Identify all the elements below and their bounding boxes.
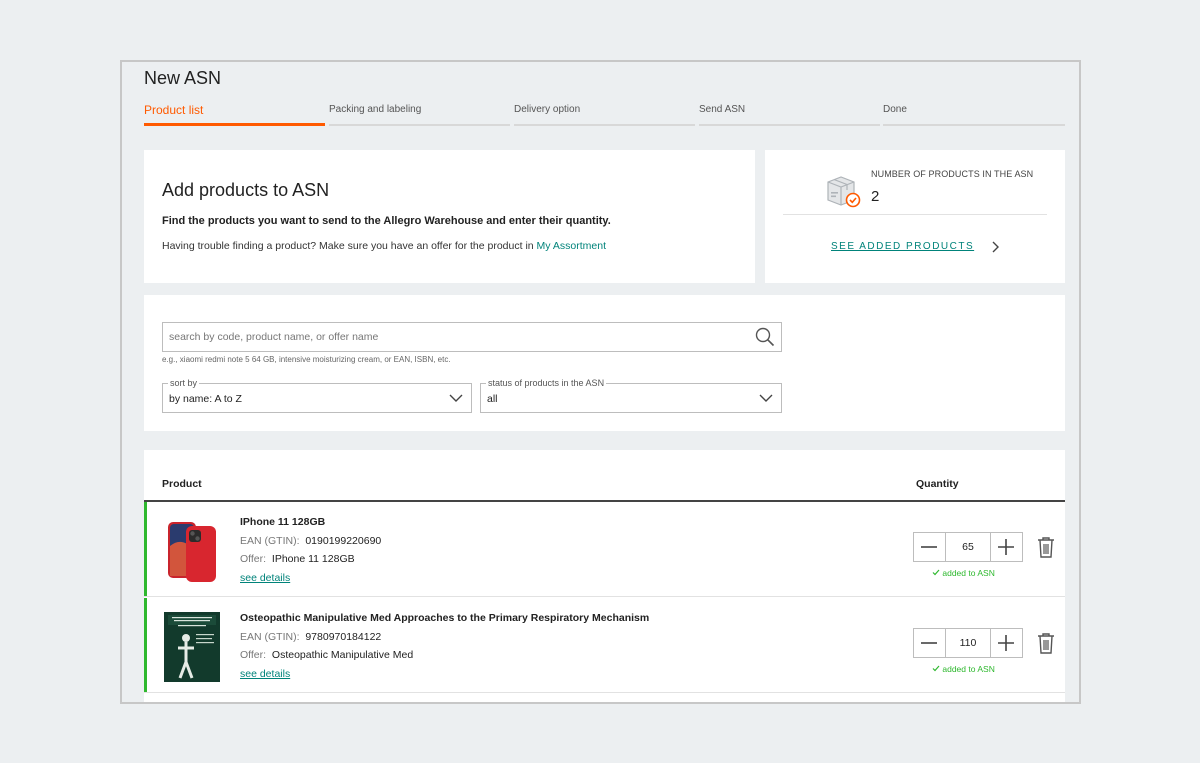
- divider: [783, 214, 1047, 215]
- step-bar: [883, 124, 1065, 126]
- search-icon[interactable]: [755, 327, 775, 347]
- search-card: e.g., xiaomi redmi note 5 64 GB, intensi…: [144, 295, 1065, 431]
- product-count-label: NUMBER OF PRODUCTS IN THE ASN: [871, 169, 1034, 179]
- check-icon: [932, 569, 940, 576]
- step-label: Product list: [144, 103, 204, 117]
- search-box: [162, 322, 782, 352]
- table-row: IPhone 11 128GB EAN (GTIN): 019019922069…: [144, 502, 1065, 597]
- step-label: Send ASN: [699, 104, 746, 115]
- product-thumbnail: [168, 522, 216, 582]
- add-products-description: Find the products you want to send to th…: [162, 215, 611, 227]
- product-offer: Offer: IPhone 11 128GB: [240, 553, 355, 565]
- step-bar: [329, 124, 510, 126]
- product-ean: EAN (GTIN): 0190199220690: [240, 535, 382, 547]
- chevron-down-icon: [759, 394, 773, 402]
- row-status-accent: [144, 502, 147, 596]
- column-header-quantity: Quantity: [916, 478, 959, 490]
- status-label: status of products in the ASN: [486, 378, 607, 388]
- my-assortment-link[interactable]: My Assortment: [537, 240, 606, 252]
- help-text: Having trouble finding a product? Make s…: [162, 240, 606, 252]
- help-text-body: Having trouble finding a product? Make s…: [162, 240, 534, 252]
- add-products-card: Add products to ASN Find the products yo…: [144, 150, 755, 283]
- quantity-stepper: 110: [913, 628, 1023, 658]
- decrease-quantity-button[interactable]: [914, 629, 945, 657]
- plus-icon: [998, 635, 1014, 651]
- asn-window: New ASN Product list Packing and labelin…: [120, 60, 1081, 704]
- product-count-card: NUMBER OF PRODUCTS IN THE ASN 2 SEE ADDE…: [765, 150, 1065, 283]
- added-status: added to ASN: [932, 568, 995, 578]
- page-title: New ASN: [144, 68, 222, 88]
- sort-label: sort by: [168, 378, 200, 388]
- step-bar: [144, 123, 325, 126]
- step-delivery-option[interactable]: Delivery option: [514, 98, 695, 126]
- added-status: added to ASN: [932, 664, 995, 674]
- quantity-input[interactable]: 65: [945, 533, 991, 561]
- step-done[interactable]: Done: [883, 98, 1065, 126]
- trash-icon[interactable]: [1037, 632, 1055, 654]
- column-header-product: Product: [162, 478, 202, 490]
- quantity-input[interactable]: 110: [945, 629, 991, 657]
- step-product-list[interactable]: Product list: [144, 98, 325, 126]
- add-products-title: Add products to ASN: [162, 180, 330, 200]
- chevron-right-icon[interactable]: [989, 240, 1001, 254]
- progress-stepper: Product list Packing and labeling Delive…: [144, 98, 1065, 128]
- box-check-icon: [827, 176, 861, 208]
- product-offer: Offer: Osteopathic Manipulative Med: [240, 649, 414, 661]
- status-value: all: [487, 393, 498, 405]
- row-status-accent: [144, 598, 147, 692]
- product-thumbnail: [164, 612, 220, 682]
- step-label: Packing and labeling: [329, 104, 422, 115]
- product-name: IPhone 11 128GB: [240, 516, 326, 528]
- increase-quantity-button[interactable]: [991, 629, 1022, 657]
- status-select[interactable]: status of products in the ASN all: [480, 378, 782, 413]
- step-packing-and-labeling[interactable]: Packing and labeling: [329, 98, 510, 126]
- sort-select[interactable]: sort by by name: A to Z: [162, 378, 472, 413]
- products-table: Product Quantity IPhone 11 128GB EAN (GT…: [144, 450, 1065, 702]
- plus-icon: [998, 539, 1014, 555]
- product-name: Osteopathic Manipulative Med Approaches …: [240, 612, 650, 624]
- decrease-quantity-button[interactable]: [914, 533, 945, 561]
- step-bar: [514, 124, 695, 126]
- quantity-stepper: 65: [913, 532, 1023, 562]
- increase-quantity-button[interactable]: [991, 533, 1022, 561]
- product-count-value: 2: [871, 188, 880, 205]
- step-label: Done: [883, 104, 907, 115]
- minus-icon: [921, 642, 937, 644]
- table-row: Osteopathic Manipulative Med Approaches …: [144, 598, 1065, 693]
- see-details-link[interactable]: see details: [240, 668, 290, 680]
- sort-value: by name: A to Z: [169, 393, 242, 405]
- step-label: Delivery option: [514, 104, 581, 115]
- step-send-asn[interactable]: Send ASN: [699, 98, 880, 126]
- search-input[interactable]: [163, 323, 743, 351]
- see-details-link[interactable]: see details: [240, 572, 290, 584]
- see-added-products-link[interactable]: SEE ADDED PRODUCTS: [831, 241, 974, 252]
- search-hint: e.g., xiaomi redmi note 5 64 GB, intensi…: [162, 355, 451, 364]
- step-bar: [699, 124, 880, 126]
- minus-icon: [921, 546, 937, 548]
- product-ean: EAN (GTIN): 9780970184122: [240, 631, 382, 643]
- chevron-down-icon: [449, 394, 463, 402]
- trash-icon[interactable]: [1037, 536, 1055, 558]
- check-icon: [932, 665, 940, 672]
